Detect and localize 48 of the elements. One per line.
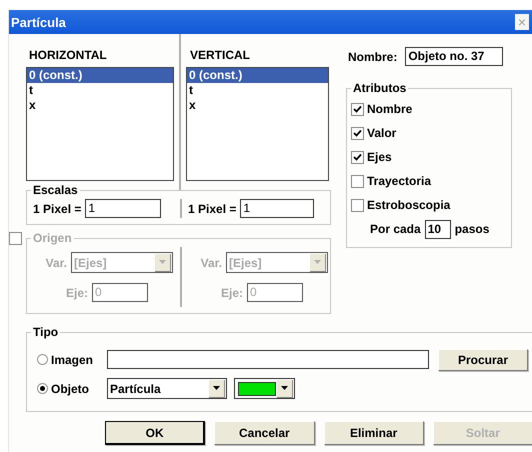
checkbox[interactable]: [351, 150, 364, 164]
field-label: Var.: [44, 256, 67, 270]
field-label: Nombre:: [348, 50, 398, 64]
dialog-button: Soltar: [432, 421, 532, 445]
field-label: pasos: [454, 222, 490, 236]
checkbox[interactable]: [351, 198, 364, 212]
checkbox-label[interactable]: Valor: [367, 126, 396, 140]
dropdown[interactable]: Partícula: [107, 378, 227, 399]
group-title: Tipo: [31, 325, 60, 339]
dialog-button[interactable]: Cancelar: [214, 421, 314, 445]
field-label: Eje:: [220, 286, 243, 300]
list-item[interactable]: x: [27, 98, 173, 113]
dialog-button[interactable]: Eliminar: [324, 421, 424, 445]
group-title: Escalas: [31, 183, 80, 197]
window-title: Partícula: [11, 14, 66, 30]
list-item[interactable]: t: [187, 83, 328, 98]
column-heading: VERTICAL: [189, 47, 251, 64]
dialog-button[interactable]: OK: [105, 421, 206, 445]
radio-button[interactable]: [37, 354, 48, 365]
field-label: Var.: [200, 256, 222, 270]
checkbox-label[interactable]: Trayectoria: [367, 174, 432, 188]
input-field[interactable]: [107, 350, 429, 369]
input-field[interactable]: Objeto no. 37: [405, 47, 504, 66]
list-item[interactable]: x: [187, 98, 328, 113]
group-title: Atributos: [351, 81, 408, 95]
field-label: Por cada: [370, 222, 421, 236]
checkbox-label[interactable]: Ejes: [367, 150, 392, 164]
checkbox[interactable]: [351, 102, 364, 116]
color-dropdown[interactable]: [234, 378, 295, 399]
field-label: Eje:: [64, 286, 88, 300]
column-heading: HORIZONTAL: [28, 47, 108, 64]
checkbox-label[interactable]: Estroboscopia: [367, 198, 450, 212]
input-field[interactable]: 1: [240, 199, 314, 218]
field-label: 1 Pixel =: [33, 202, 82, 216]
radio-button[interactable]: [37, 383, 48, 394]
list-item[interactable]: t: [27, 83, 173, 98]
group-title: Origen: [31, 231, 74, 245]
list-item[interactable]: 0 (const.): [187, 68, 328, 83]
checkbox[interactable]: [351, 126, 364, 140]
checkbox-label[interactable]: Nombre: [367, 102, 412, 116]
input-field[interactable]: 10: [424, 220, 451, 238]
radio-label[interactable]: Imagen: [51, 352, 104, 366]
input-field[interactable]: 1: [85, 199, 162, 218]
list-item[interactable]: 0 (const.): [27, 68, 173, 83]
radio-label[interactable]: Objeto: [51, 382, 104, 396]
field-label: 1 Pixel =: [188, 202, 236, 216]
browse-button[interactable]: Procurar: [438, 348, 528, 370]
checkbox[interactable]: [351, 174, 364, 188]
